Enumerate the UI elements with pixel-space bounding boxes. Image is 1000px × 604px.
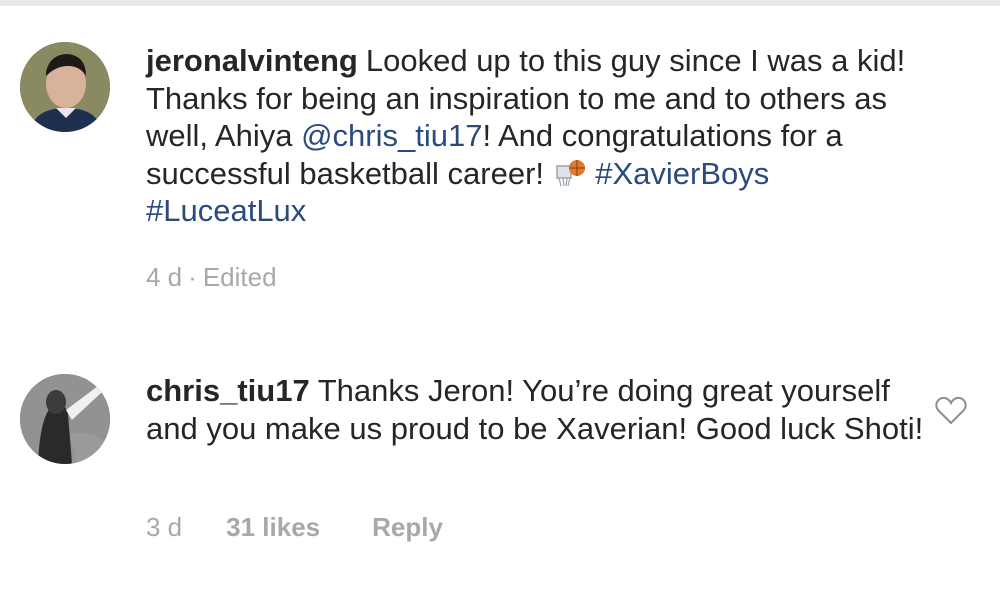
timestamp: 3 d xyxy=(146,512,183,542)
edited-label: Edited xyxy=(202,262,277,292)
avatar[interactable] xyxy=(20,42,110,132)
separator-dot: · xyxy=(188,262,197,292)
username[interactable]: jeronalvinteng xyxy=(146,43,358,78)
avatar-image xyxy=(20,42,110,132)
reply-button[interactable]: Reply xyxy=(372,512,443,543)
comment-text: chris_tiu17 Thanks Jeron! You’re doing gr… xyxy=(146,372,926,447)
likes-count[interactable]: 31 likes xyxy=(226,512,320,543)
basketball-hoop-icon xyxy=(553,158,587,188)
comments-screen: jeronalvinteng Looked up to this guy sinc… xyxy=(0,0,1000,604)
timestamp: 4 d xyxy=(146,262,183,292)
top-divider xyxy=(0,0,1000,6)
avatar[interactable] xyxy=(20,374,110,464)
heart-outline-icon[interactable] xyxy=(934,396,968,426)
mention-link[interactable]: @chris_tiu17 xyxy=(301,118,482,153)
avatar-image xyxy=(20,374,110,464)
comment-meta: 3 d 31 likes Reply xyxy=(146,512,443,543)
comment-text: jeronalvinteng Looked up to this guy sinc… xyxy=(146,42,926,230)
hashtag-link[interactable]: #LuceatLux xyxy=(146,193,306,228)
hashtag-link[interactable]: #XavierBoys xyxy=(595,156,769,191)
username[interactable]: chris_tiu17 xyxy=(146,373,310,408)
comment-meta: 4 d · Edited xyxy=(146,262,277,293)
